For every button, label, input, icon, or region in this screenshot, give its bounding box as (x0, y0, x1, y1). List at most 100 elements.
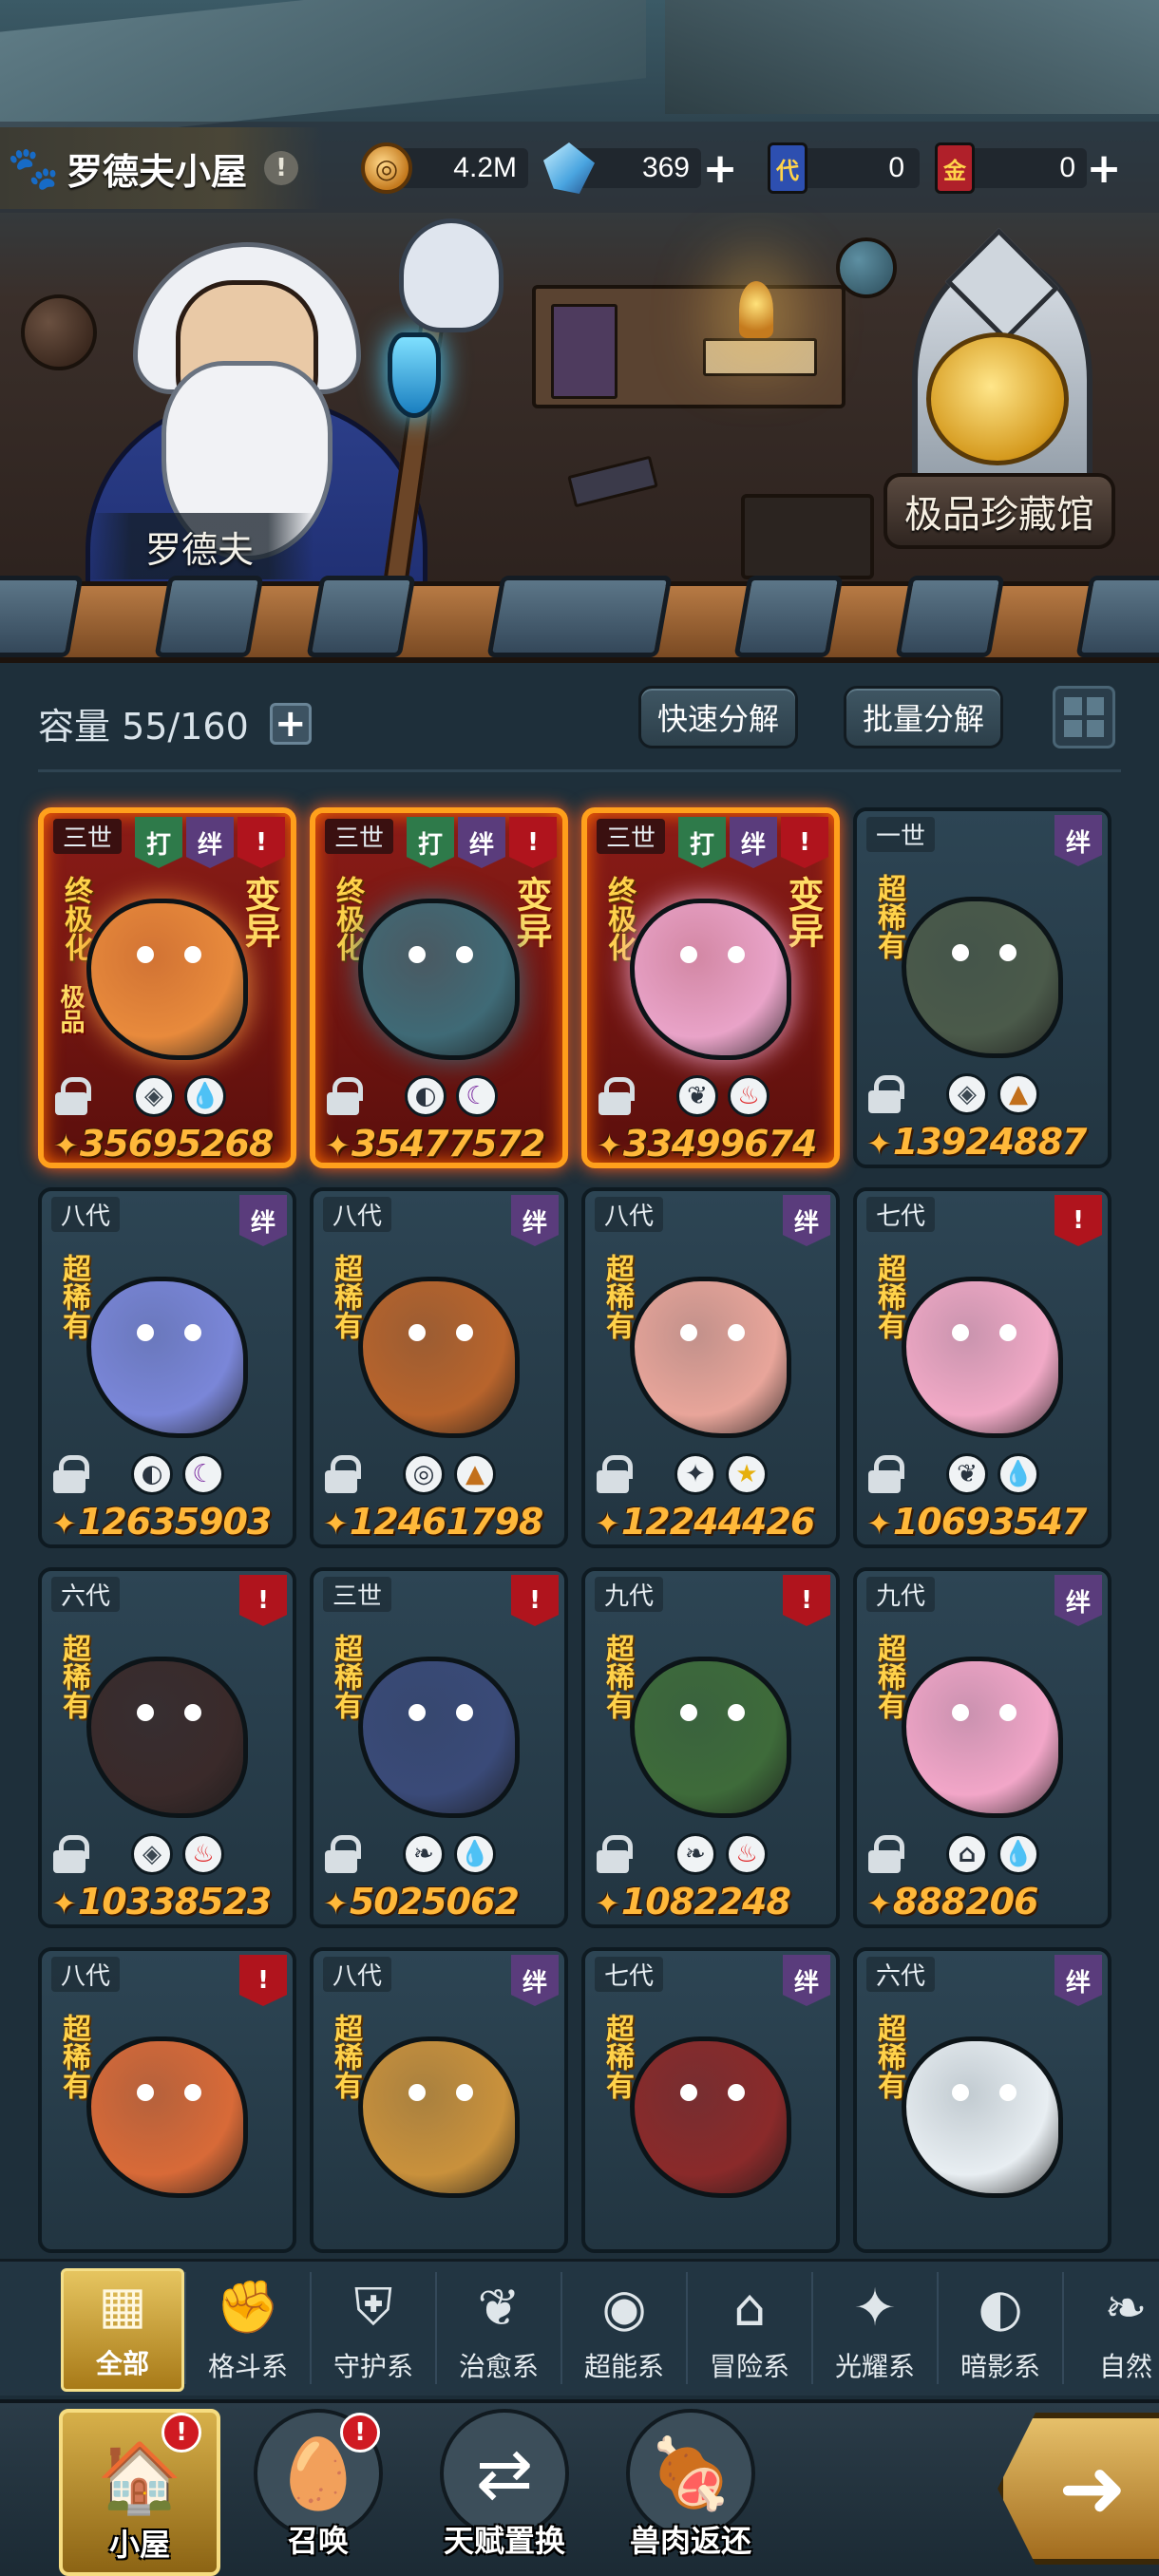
tab-fist[interactable]: ✊ 格斗系 (186, 2268, 310, 2392)
lock-icon[interactable] (327, 1077, 363, 1115)
lock-icon[interactable] (325, 1455, 361, 1493)
pet-card[interactable]: 三世! 超稀有 ❧ 💧 ✦5025062 (310, 1567, 568, 1928)
info-alert-icon[interactable]: ! (264, 151, 299, 185)
fence-post (895, 576, 1005, 657)
shadow-attribute-icon: ◐ (405, 1075, 446, 1117)
power-value: 1082248 (620, 1881, 791, 1923)
power-icon: ✦ (53, 1127, 79, 1164)
tab-shield[interactable]: ⛨ 守护系 (312, 2268, 435, 2392)
pet-card[interactable]: 七代! 超稀有 ❦ 💧 ✦10693547 (853, 1187, 1112, 1548)
bond-tag: 绊 (239, 1195, 287, 1246)
fight-tag: 打 (678, 817, 726, 868)
lock-icon[interactable] (598, 1077, 635, 1115)
pet-illustration (902, 897, 1063, 1058)
lock-icon[interactable] (325, 1835, 361, 1873)
add-red-card-button[interactable]: + (1085, 144, 1123, 193)
pet-card[interactable]: 三世打绊! 终极化 变异 ◐ ☾ ✦35477572 (310, 807, 568, 1168)
combat-power: ✦12461798 (323, 1501, 543, 1543)
tier-label: 超稀有 (872, 2014, 905, 2099)
fire-attribute-icon: ♨ (728, 1075, 770, 1117)
tab-separator (1062, 2272, 1064, 2384)
tab-leaf[interactable]: ❧ 自然 (1064, 2268, 1159, 2392)
pet-card[interactable]: 一世 绊超稀有 ◈ ▲ ✦13924887 (853, 807, 1112, 1168)
fence-post (486, 576, 673, 657)
fight-tag: 打 (407, 817, 454, 868)
lock-icon[interactable] (53, 1455, 89, 1493)
all-icon: ▦ (98, 2274, 147, 2335)
dark-attribute-icon: ☾ (182, 1453, 224, 1495)
quick-decompose-button[interactable]: 快速分解 (638, 686, 798, 748)
fence-post (0, 576, 84, 657)
alert-badge: ! (162, 2413, 201, 2453)
earth-attribute-icon: ▲ (454, 1453, 496, 1495)
tab-label: 自然 (1098, 2351, 1152, 2382)
pet-card[interactable]: 八代 绊超稀有 (310, 1947, 568, 2253)
combat-power: ✦33499674 (597, 1123, 817, 1163)
tier-label: 终极化 (331, 876, 364, 961)
lock-icon[interactable] (597, 1835, 633, 1873)
pet-status-row: ◈ 💧 (55, 1075, 291, 1117)
tab-label: 冒险系 (709, 2351, 789, 2382)
tab-psychic[interactable]: ◉ 超能系 (562, 2268, 686, 2392)
tab-shadow[interactable]: ◐ 暗影系 (939, 2268, 1062, 2392)
tier-label: 超稀有 (57, 2014, 90, 2099)
fallen-book (567, 455, 658, 508)
pet-status-row: ◎ ▲ (325, 1453, 560, 1495)
collection-museum-button[interactable]: 极品珍藏馆 (884, 473, 1115, 549)
variant-label: 变异 (510, 876, 552, 948)
chair (741, 494, 874, 579)
alert-tag: ! (509, 817, 557, 868)
power-value: 35477572 (351, 1123, 546, 1165)
staff-gem (388, 332, 441, 418)
leaf-attribute-icon: ❧ (674, 1833, 716, 1875)
generation-label: 八代 (595, 1197, 664, 1232)
generation-label: 九代 (866, 1577, 936, 1612)
tab-separator (937, 2272, 939, 2384)
tab-light[interactable]: ✦ 光耀系 (813, 2268, 937, 2392)
power-icon: ✦ (51, 1885, 77, 1922)
npc-name[interactable]: 罗德夫 (86, 513, 314, 579)
tab-lantern[interactable]: ⌂ 冒险系 (688, 2268, 811, 2392)
pet-card[interactable]: 六代 绊超稀有 (853, 1947, 1112, 2253)
power-value: 888206 (892, 1881, 1039, 1923)
lock-icon[interactable] (53, 1835, 89, 1873)
pet-status-row: ◈ ♨ (53, 1833, 289, 1875)
tab-separator (184, 2272, 186, 2384)
power-icon: ✦ (323, 1885, 349, 1922)
pet-card[interactable]: 八代绊超稀有 ✦ ★ ✦12244426 (581, 1187, 840, 1548)
shadow-attribute-icon: ◐ (131, 1453, 173, 1495)
pet-card[interactable]: 八代! 超稀有 (38, 1947, 296, 2253)
pet-card[interactable]: 三世打绊! 终极化 变异 极品 ◈ 💧 ✦35695268 (38, 807, 296, 1168)
pet-card[interactable]: 三世打绊! 终极化 变异 ❦ ♨ ✦33499674 (581, 807, 840, 1168)
power-value: 12244426 (620, 1501, 816, 1543)
psy-attribute-icon: ◎ (403, 1453, 445, 1495)
tab-sprout[interactable]: ❦ 治愈系 (437, 2268, 560, 2392)
pet-card[interactable]: 九代! 超稀有 ❧ ♨ ✦1082248 (581, 1567, 840, 1928)
pet-status-row: ◐ ☾ (327, 1075, 562, 1117)
pet-card[interactable]: 九代 绊超稀有 ⌂ 💧 ✦888206 (853, 1567, 1112, 1928)
book-stack (551, 304, 618, 399)
nav-meat[interactable]: 🍖 兽肉返还 (610, 2409, 771, 2576)
pet-card[interactable]: 八代 绊超稀有 ◐ ☾ ✦12635903 (38, 1187, 296, 1548)
batch-decompose-button[interactable]: 批量分解 (844, 686, 1003, 748)
add-crystal-button[interactable]: + (701, 144, 739, 193)
generation-label: 三世 (597, 819, 666, 854)
lock-icon[interactable] (597, 1455, 633, 1493)
pet-card[interactable]: 七代 绊超稀有 (581, 1947, 840, 2253)
dark-attribute-icon: ☾ (456, 1075, 498, 1117)
lock-icon[interactable] (868, 1455, 904, 1493)
expand-capacity-button[interactable]: + (269, 702, 312, 746)
pet-card[interactable]: 八代 绊超稀有 ◎ ▲ ✦12461798 (310, 1187, 568, 1548)
nav-swap[interactable]: ⇄ 天赋置换 (424, 2409, 585, 2576)
power-icon: ✦ (866, 1885, 892, 1922)
lock-icon[interactable] (868, 1075, 904, 1113)
tier-label: 超稀有 (329, 2014, 362, 2099)
lock-icon[interactable] (868, 1835, 904, 1873)
lock-icon[interactable] (55, 1077, 91, 1115)
combat-power: ✦5025062 (323, 1881, 520, 1923)
tab-all[interactable]: ▦ 全部 (61, 2268, 184, 2392)
pet-card[interactable]: 六代! 超稀有 ◈ ♨ ✦10338523 (38, 1567, 296, 1928)
generation-label: 九代 (595, 1577, 664, 1612)
pet-illustration (902, 1657, 1063, 1818)
grid-view-icon[interactable] (1053, 686, 1115, 748)
